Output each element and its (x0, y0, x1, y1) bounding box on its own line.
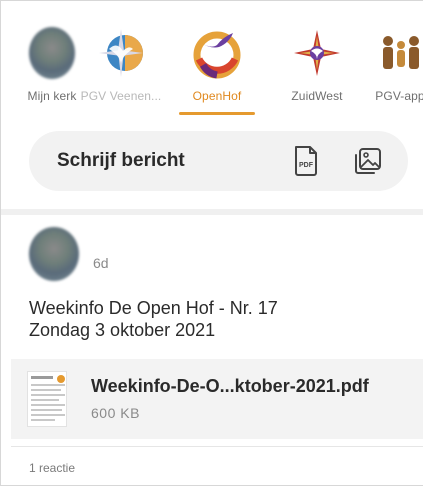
avatar-image (29, 27, 75, 79)
pdf-file-icon[interactable]: PDF (289, 144, 323, 178)
tab-zuidwest[interactable]: ZuidWest (275, 1, 359, 119)
compose-bar: Schrijf bericht PDF (29, 131, 408, 191)
post-body: Weekinfo De Open Hof - Nr. 17 Zondag 3 o… (29, 297, 278, 341)
openhof-dove-logo (187, 25, 247, 81)
tab-pgv-app[interactable]: PGV-app (361, 1, 423, 119)
tab-label: PGV Veenen... (80, 89, 162, 103)
post-timestamp: 6d (93, 255, 109, 271)
post-title-line: Weekinfo De Open Hof - Nr. 17 (29, 298, 278, 318)
attachment-size: 600 KB (91, 405, 140, 421)
reactions-link[interactable]: 1 reactie (29, 461, 75, 475)
pdf-icon-text: PDF (299, 162, 314, 169)
active-tab-indicator (179, 112, 255, 115)
community-tabs: Mijn kerk PGV Veenen... OpenHof ZuidWest… (1, 1, 423, 119)
app-frame: Mijn kerk PGV Veenen... OpenHof ZuidWest… (0, 0, 423, 486)
tab-openhof[interactable]: OpenHof (171, 1, 263, 119)
post-footer-divider (11, 446, 423, 447)
tab-label: PGV-app (375, 89, 423, 103)
tab-label: OpenHof (192, 89, 242, 103)
pdf-thumbnail (27, 371, 67, 427)
compass-dove-logo (91, 25, 151, 81)
post-author-avatar[interactable] (29, 227, 79, 281)
tab-label: ZuidWest (291, 89, 343, 103)
star-dove-logo (287, 25, 347, 81)
people-logo (370, 25, 423, 81)
user-avatar (22, 25, 82, 81)
section-divider (1, 209, 423, 215)
attachment-filename: Weekinfo-De-O...ktober-2021.pdf (91, 376, 369, 396)
avatar-image (29, 227, 79, 281)
pdf-attachment[interactable]: Weekinfo-De-O...ktober-2021.pdf 600 KB (11, 359, 423, 439)
post-date-line: Zondag 3 oktober 2021 (29, 320, 216, 340)
write-message-button[interactable]: Schrijf bericht (57, 131, 185, 191)
tab-pgv-veenendaal[interactable]: PGV Veenen... (75, 1, 167, 119)
image-gallery-icon[interactable] (351, 144, 385, 178)
tab-label: Mijn kerk (27, 89, 77, 103)
